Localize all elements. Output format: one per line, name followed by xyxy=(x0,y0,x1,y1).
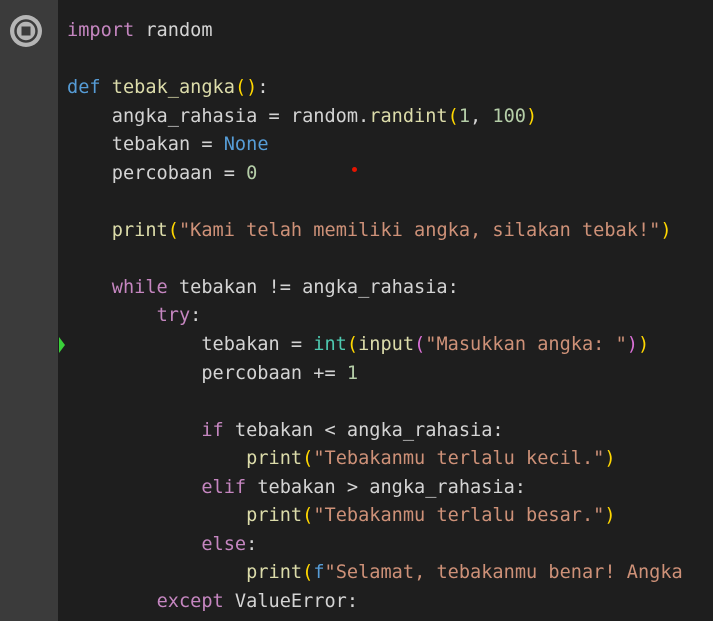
stop-circle-icon xyxy=(11,16,41,46)
code-line-21: except ValueError: xyxy=(156,590,359,612)
code-content[interactable]: import random def tebak_angka(): angka_ra… xyxy=(67,17,683,616)
code-line-11: try: xyxy=(156,305,202,327)
code-line-1: import random xyxy=(67,20,213,41)
code-line-17: elif tebakan > angka_rahasia: xyxy=(201,476,526,498)
stop-execution-button[interactable] xyxy=(10,15,42,47)
code-line-10: while tebakan != angka_rahasia: xyxy=(111,276,459,298)
editor-gutter xyxy=(0,0,58,621)
code-line-5: tebakan = None xyxy=(67,134,269,156)
code-editor[interactable]: import random def tebak_angka(): angka_ra… xyxy=(0,0,713,621)
code-line-18: print("Tebakanmu terlalu besar.") xyxy=(246,505,616,527)
code-line-6: percobaan = 0 xyxy=(67,162,258,184)
code-line-8: print("Kami telah memiliki angka, silaka… xyxy=(111,219,672,241)
code-line-19: else: xyxy=(201,533,258,555)
code-line-20: print(f"Selamat, tebakanmu benar! Angka xyxy=(246,562,683,584)
execution-arrow-icon xyxy=(59,337,65,353)
code-line-12: tebakan = int(input("Masukkan angka: ")) xyxy=(67,334,650,356)
code-line-4: angka_rahasia = random.randint(1, 100) xyxy=(67,105,538,127)
code-line-13: percobaan += 1 xyxy=(67,362,359,384)
code-line-3: def tebak_angka(): xyxy=(67,77,269,99)
code-line-16: print("Tebakanmu terlalu kecil.") xyxy=(246,448,616,470)
code-line-15: if tebakan < angka_rahasia: xyxy=(201,419,504,441)
